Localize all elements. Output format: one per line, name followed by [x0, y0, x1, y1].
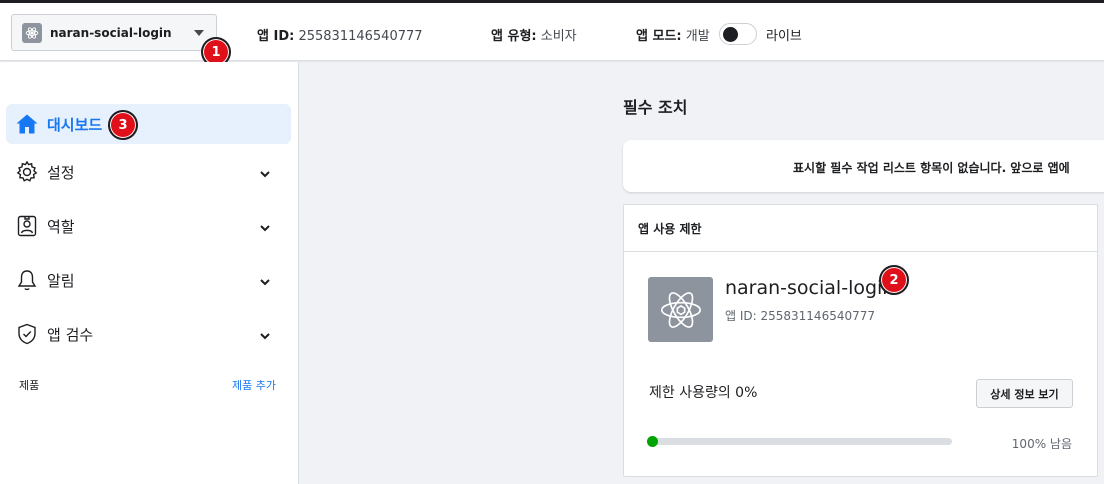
top-bar: naran-social-login 앱 ID: 255831146540777… — [0, 3, 1104, 61]
bell-icon — [14, 267, 40, 293]
sidebar-item-label: 설정 — [47, 163, 75, 182]
user-badge-icon — [14, 213, 40, 239]
app-id-label: 앱 ID: — [257, 29, 295, 44]
chevron-down-icon — [259, 219, 271, 238]
chevron-down-icon — [259, 327, 271, 346]
required-actions-notice: 표시할 필수 작업 리스트 항목이 없습니다. 앞으로 앱에 — [623, 140, 1104, 192]
app-usage-limit-panel: 앱 사용 제한 naran-social-login 앱 ID: 2558311… — [623, 204, 1098, 477]
usage-progress-bar — [647, 436, 952, 447]
sidebar-item-settings[interactable]: 설정 — [6, 152, 291, 192]
annotation-badge-2: 2 — [879, 265, 909, 295]
app-mode-meta: 앱 모드: 개발 — [636, 25, 710, 44]
sidebar-item-label: 역할 — [47, 217, 75, 236]
panel-app-name: naran-social-login — [725, 277, 895, 299]
add-product-link[interactable]: 제품 추가 — [232, 377, 276, 393]
sidebar-item-label: 앱 검수 — [47, 325, 94, 344]
shield-check-icon — [14, 321, 40, 347]
app-selector-name: naran-social-login — [50, 25, 172, 40]
panel-app-id: 앱 ID: 255831146540777 — [725, 309, 876, 323]
panel-title: 앱 사용 제한 — [624, 205, 1097, 252]
sidebar-item-label: 대시보드 — [47, 115, 103, 134]
chevron-down-icon — [259, 273, 271, 292]
app-mode-live-label: 라이브 — [766, 29, 802, 44]
app-type-value: 소비자 — [540, 29, 577, 44]
sidebar-item-dashboard[interactable]: 대시보드 — [6, 104, 291, 144]
chevron-down-icon — [259, 165, 271, 184]
required-actions-title: 필수 조치 — [623, 98, 688, 117]
app-selector-dropdown[interactable]: naran-social-login — [11, 14, 217, 51]
app-id-value: 255831146540777 — [298, 29, 423, 44]
usage-remaining-text: 100% 남음 — [1011, 437, 1072, 451]
sidebar-item-notifications[interactable]: 알림 — [6, 260, 291, 300]
app-mode-dev-label: 개발 — [685, 29, 710, 44]
toggle-knob — [723, 27, 738, 42]
annotation-badge-3: 3 — [108, 110, 138, 140]
home-icon — [14, 111, 40, 137]
gear-icon — [14, 159, 40, 185]
app-type-meta: 앱 유형: 소비자 — [491, 25, 577, 44]
sidebar-item-app-review[interactable]: 앱 검수 — [6, 314, 291, 354]
view-details-button[interactable]: 상세 정보 보기 — [976, 379, 1073, 408]
app-atom-icon — [22, 22, 42, 43]
notice-text: 표시할 필수 작업 리스트 항목이 없습니다. 앞으로 앱에 — [793, 161, 1070, 175]
sidebar-item-label: 알림 — [47, 271, 75, 290]
products-heading: 제품 — [19, 379, 40, 392]
atom-icon — [660, 291, 701, 328]
sidebar: 대시보드 설정 역할 알림 앱 검수 제품 제품 추가 — [0, 62, 299, 484]
app-id-meta: 앱 ID: 255831146540777 — [257, 25, 423, 44]
app-mode-toggle[interactable] — [719, 23, 757, 45]
usage-progress-fill — [647, 436, 658, 447]
app-logo — [648, 277, 713, 342]
app-type-label: 앱 유형: — [491, 29, 537, 44]
caret-down-icon — [194, 30, 204, 36]
usage-limit-text: 제한 사용량의 0% — [649, 385, 758, 401]
app-mode-label: 앱 모드: — [636, 29, 682, 44]
sidebar-item-roles[interactable]: 역할 — [6, 206, 291, 246]
